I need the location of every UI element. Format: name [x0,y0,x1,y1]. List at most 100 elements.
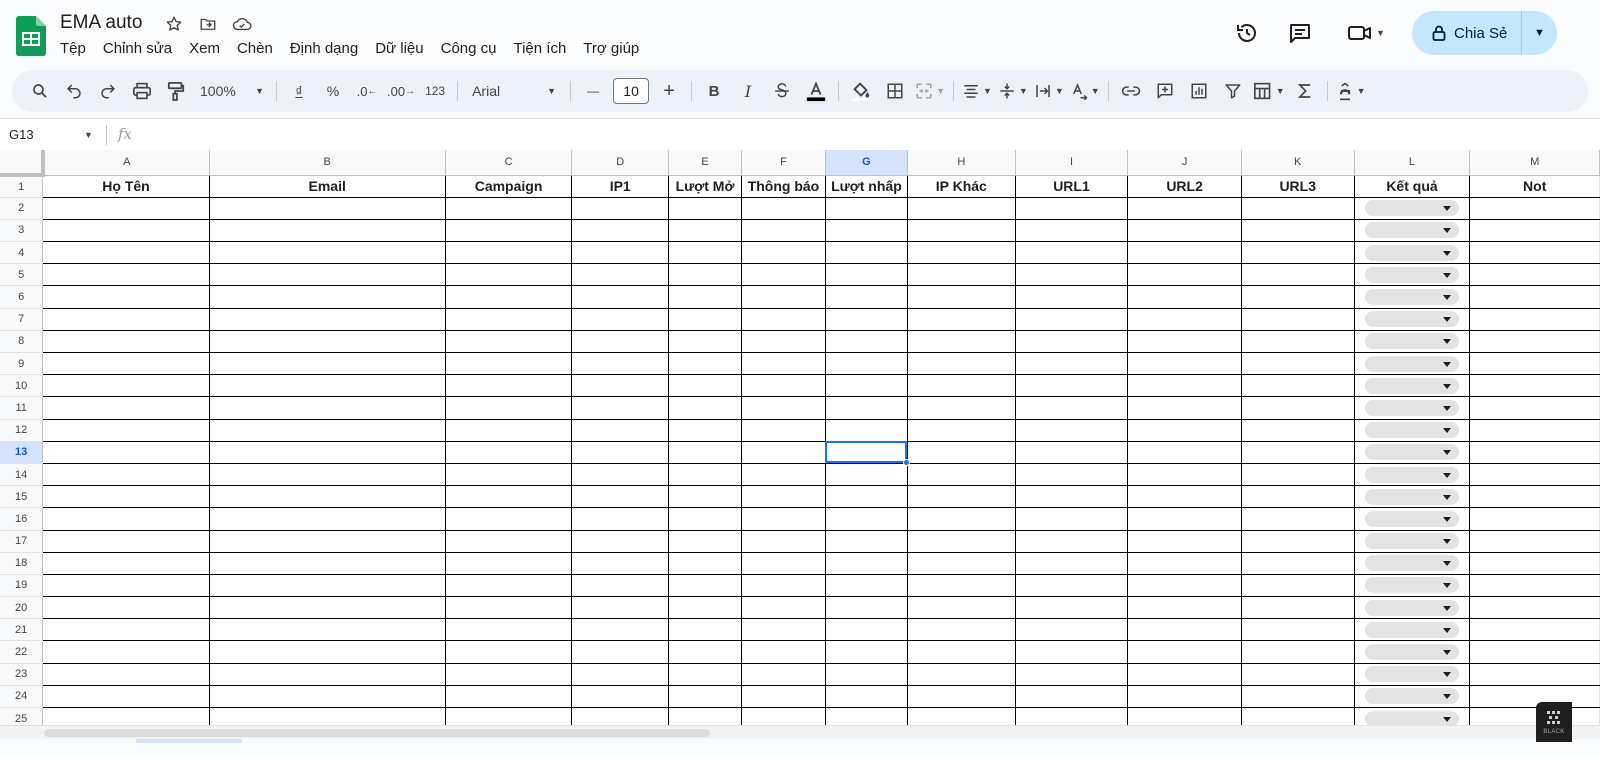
cell-g9[interactable] [825,352,908,376]
cell-i3[interactable] [1015,219,1129,243]
cell-h18[interactable] [907,552,1016,575]
cell-j12[interactable] [1127,419,1242,442]
move-folder-icon[interactable] [198,14,218,34]
dropdown-chip[interactable] [1364,621,1459,638]
row-header-1[interactable]: 1 [0,175,44,198]
cell-i4[interactable] [1015,241,1129,265]
column-header-b[interactable]: B [209,150,446,176]
cell-a12[interactable] [42,419,210,442]
cell-b25[interactable] [209,707,446,725]
cell-c11[interactable] [445,396,573,420]
cell-j20[interactable] [1127,596,1242,620]
cell-j7[interactable] [1127,308,1242,331]
cell-k15[interactable] [1241,485,1355,509]
cell-a15[interactable] [42,485,210,509]
cell-e17[interactable] [668,530,742,553]
column-header-l[interactable]: L [1354,150,1471,176]
cell-g6[interactable] [825,285,908,309]
cell-e21[interactable] [668,618,742,642]
horizontal-scrollbar-thumb[interactable] [44,729,710,737]
cell-d13[interactable] [571,441,670,464]
dropdown-chip[interactable] [1364,577,1459,594]
dropdown-chip[interactable] [1364,488,1459,505]
row-header-3[interactable]: 3 [0,219,44,243]
cell-f8[interactable] [741,330,826,354]
cell-k7[interactable] [1241,308,1355,331]
cell-g18[interactable] [825,552,908,575]
cell-l16[interactable] [1354,507,1471,531]
cell-g8[interactable] [825,330,908,354]
cell-m2[interactable] [1469,197,1600,220]
cell-j22[interactable] [1127,640,1242,664]
row-header-22[interactable]: 22 [0,640,44,664]
cell-c3[interactable] [445,219,573,243]
cell-j15[interactable] [1127,485,1242,509]
cell-h20[interactable] [907,596,1016,620]
cell-l3[interactable] [1354,219,1471,243]
cell-i21[interactable] [1015,618,1129,642]
cell-c13[interactable] [445,441,573,464]
cell-e14[interactable] [668,463,742,487]
cell-a23[interactable] [42,663,210,686]
fill-color-icon[interactable] [847,77,875,105]
row-header-21[interactable]: 21 [0,618,44,642]
cell-m7[interactable] [1469,308,1600,331]
row-header-5[interactable]: 5 [0,263,44,287]
cell-f15[interactable] [741,485,826,509]
dropdown-chip[interactable] [1364,244,1459,261]
dropdown-chip[interactable] [1364,533,1459,550]
header-cell-a[interactable]: Họ Tên [42,175,210,198]
cell-b5[interactable] [209,263,446,287]
select-all-corner[interactable] [0,150,45,177]
dropdown-chip[interactable] [1364,355,1459,372]
cell-a10[interactable] [42,374,210,398]
cell-i18[interactable] [1015,552,1129,575]
cell-g23[interactable] [825,663,908,686]
cell-j23[interactable] [1127,663,1242,686]
cell-c2[interactable] [445,197,573,220]
decrease-decimal-button[interactable]: .0 ← [353,77,381,105]
cell-k2[interactable] [1241,197,1355,220]
cell-l14[interactable] [1354,463,1471,487]
cell-a5[interactable] [42,263,210,287]
cell-f23[interactable] [741,663,826,686]
cell-l22[interactable] [1354,640,1471,664]
cell-a14[interactable] [42,463,210,487]
cell-c12[interactable] [445,419,573,442]
column-header-e[interactable]: E [668,150,742,176]
cell-j21[interactable] [1127,618,1242,642]
cell-f5[interactable] [741,263,826,287]
text-rotation-icon[interactable]: ▼ [1070,77,1100,105]
cell-f21[interactable] [741,618,826,642]
menu-data[interactable]: Dữ liệu [375,39,431,57]
cell-k9[interactable] [1241,352,1355,376]
cell-k16[interactable] [1241,507,1355,531]
cell-h8[interactable] [907,330,1016,354]
cell-d10[interactable] [571,374,670,398]
column-header-g[interactable]: G [825,150,908,176]
cell-d4[interactable] [571,241,670,265]
cell-a13[interactable] [42,441,210,464]
cell-d8[interactable] [571,330,670,354]
header-cell-j[interactable]: URL2 [1127,175,1242,198]
cell-g3[interactable] [825,219,908,243]
cell-i13[interactable] [1015,441,1129,464]
cell-h15[interactable] [907,485,1016,509]
name-box-chevron-down-icon[interactable]: ▼ [84,130,93,140]
cell-f3[interactable] [741,219,826,243]
dropdown-chip[interactable] [1364,311,1459,328]
row-header-25[interactable]: 25 [0,707,44,725]
cell-g15[interactable] [825,485,908,509]
cell-d15[interactable] [571,485,670,509]
cell-e6[interactable] [668,285,742,309]
cell-c17[interactable] [445,530,573,553]
cell-g5[interactable] [825,263,908,287]
cell-f24[interactable] [741,685,826,709]
cell-j14[interactable] [1127,463,1242,487]
cell-b21[interactable] [209,618,446,642]
cell-e25[interactable] [668,707,742,725]
cell-f17[interactable] [741,530,826,553]
cell-b9[interactable] [209,352,446,376]
merge-cells-icon[interactable]: ▼ [915,77,945,105]
cell-a4[interactable] [42,241,210,265]
